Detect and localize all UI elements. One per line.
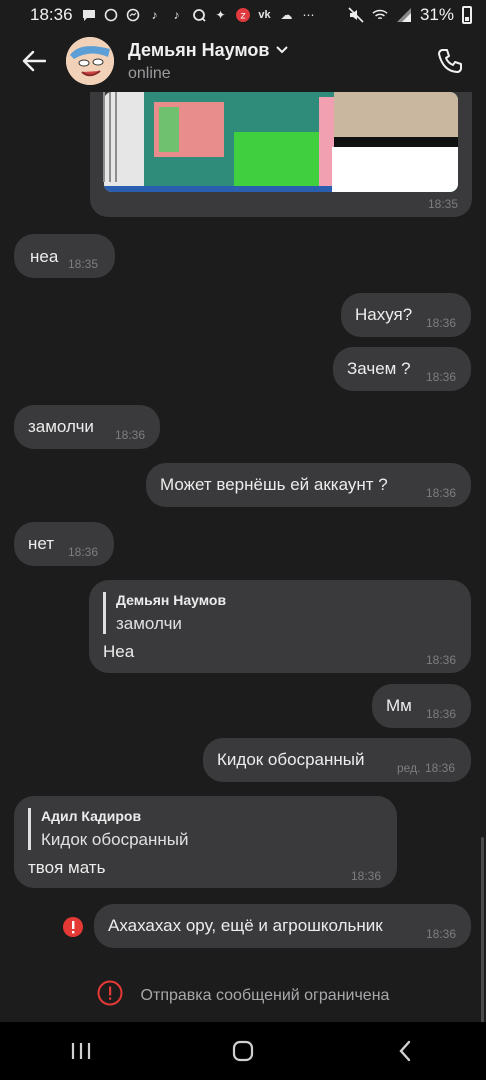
message-bubble-out[interactable]: Может вернёшь ей аккаунт ? 18:36 [146, 463, 471, 507]
message-time: 18:35 [427, 197, 458, 211]
error-icon[interactable] [62, 916, 84, 938]
vk-icon: vk [258, 9, 271, 21]
battery-percent: 31% [419, 5, 454, 24]
chevron-left-icon [399, 1040, 411, 1062]
weather-icon: ☁ [280, 8, 293, 22]
wifi-icon [372, 7, 388, 23]
screenshot-image[interactable] [104, 92, 458, 192]
qiwi-icon [191, 7, 207, 23]
tiktok-icon: ♪ [173, 8, 180, 22]
message-bubble-out[interactable]: Мм 18:36 [372, 684, 471, 728]
notification-icons: ♪ ♪ ✦ z vk ☁ ⋯ [81, 7, 317, 23]
back-button[interactable] [14, 41, 54, 81]
more-icon: ⋯ [302, 8, 315, 22]
messenger-icon [125, 7, 141, 23]
signal-icon [396, 7, 412, 23]
sparkle-icon: ✦ [215, 8, 226, 22]
warning-icon [97, 980, 123, 1011]
battery-icon [462, 6, 472, 24]
phone-icon [438, 49, 462, 73]
reply-quote[interactable]: Демьян Наумов замолчи [103, 592, 226, 634]
tiktok-icon: ♪ [151, 8, 158, 22]
message-bubble-out[interactable]: Нахуя? 18:36 [341, 293, 471, 337]
status-time: 18:36 [30, 5, 73, 24]
restriction-text: Отправка сообщений ограничена [140, 986, 390, 1004]
chevron-down-icon [275, 46, 288, 54]
arrow-left-icon [22, 50, 46, 72]
system-nav-bar [0, 1022, 486, 1080]
home-button[interactable] [213, 1031, 273, 1071]
message-bubble-out-failed[interactable]: Ахахахах ору, ещё и агрошкольник 18:36 [94, 904, 471, 948]
message-bubble-in[interactable]: неа 18:35 [14, 234, 115, 278]
recents-icon [71, 1043, 91, 1059]
svg-text:z: z [240, 11, 245, 22]
message-bubble-in[interactable]: нет 18:36 [14, 522, 114, 566]
whatsapp-icon [103, 7, 119, 23]
reply-quote[interactable]: Адил Кадиров Кидок обосранный [28, 808, 188, 850]
message-bubble-in-reply[interactable]: Адил Кадиров Кидок обосранный твоя мать … [14, 796, 397, 888]
recents-button[interactable] [51, 1031, 111, 1071]
avatar-face-icon [66, 37, 114, 85]
avatar[interactable] [66, 37, 114, 85]
status-bar: 18:36 ♪ ♪ ✦ z vk ☁ ⋯ 31% [0, 0, 486, 30]
restriction-notice: Отправка сообщений ограничена [0, 980, 486, 1011]
media-film-strip [100, 92, 120, 187]
system-back-button[interactable] [375, 1031, 435, 1071]
edited-label: ред. [397, 761, 421, 775]
message-bubble-in[interactable]: замолчи 18:36 [14, 405, 160, 449]
message-bubble-out[interactable]: Зачем ? 18:36 [333, 347, 471, 391]
notification-badge-icon: z [235, 7, 251, 23]
chat-header: Демьян Наумов online [0, 30, 486, 92]
message-list[interactable]: 18:35 неа 18:35 Нахуя? 18:36 Зачем ? 18:… [0, 92, 486, 1022]
media-message[interactable]: 18:35 [90, 92, 472, 217]
contact-status: online [128, 64, 171, 82]
call-button[interactable] [432, 43, 468, 79]
message-bubble-out[interactable]: Кидок обосранный ред. 18:36 [203, 738, 471, 782]
home-icon [232, 1040, 254, 1062]
message-icon [81, 7, 97, 23]
message-bubble-out-reply[interactable]: Демьян Наумов замолчи Неа 18:36 [89, 580, 471, 673]
contact-name[interactable]: Демьян Наумов [128, 40, 288, 61]
mute-icon [348, 7, 364, 23]
